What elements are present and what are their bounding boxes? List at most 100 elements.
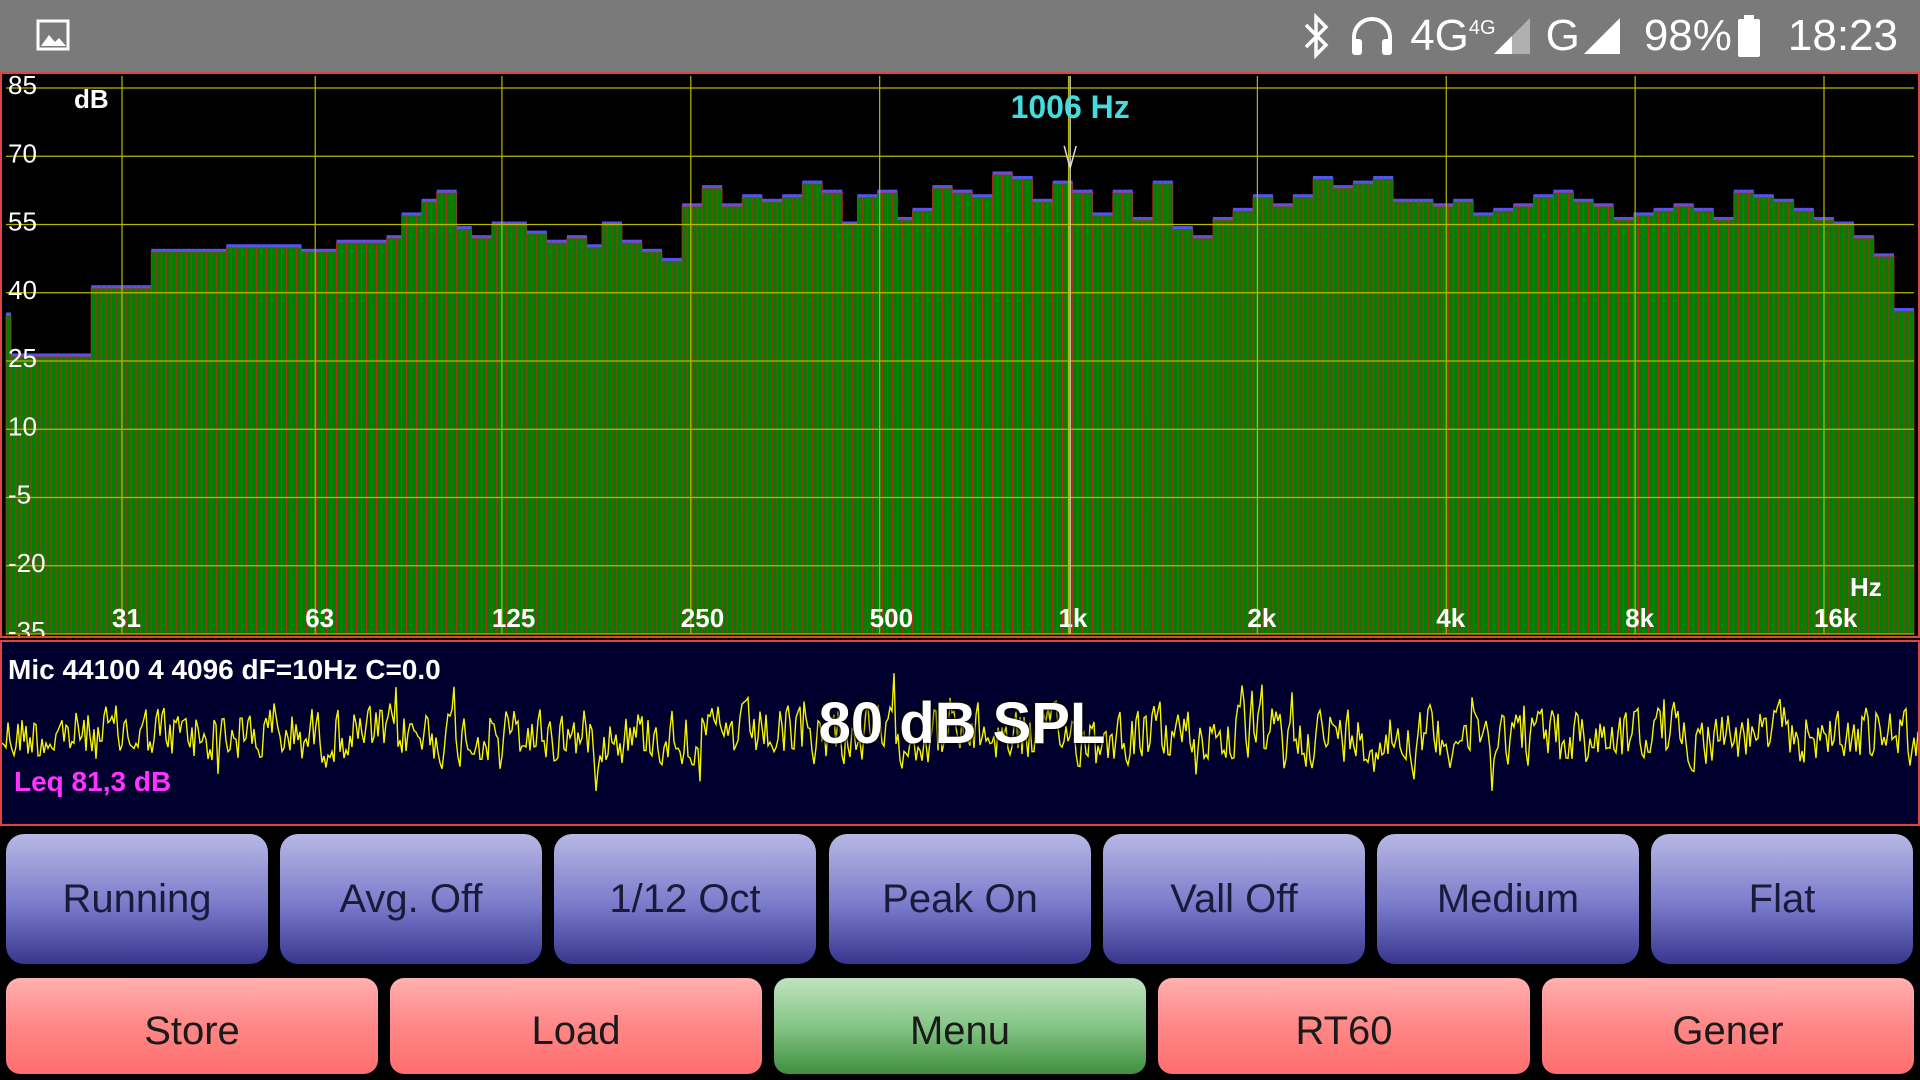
- spl-readout: 80 dB SPL: [818, 691, 1106, 756]
- generator-button[interactable]: Gener: [1542, 978, 1914, 1074]
- y-tick-label: 85: [8, 74, 37, 100]
- spectrum-bar: [1893, 310, 1900, 635]
- peak-hold-mark: [66, 353, 72, 357]
- spectrum-bar: [1082, 192, 1089, 635]
- spectrum-chart[interactable]: 85 70 55 40 25 10 -5 -20 -35 31 63 125 250 500 1k 2k 4k 8…: [0, 72, 1920, 638]
- spectrum-bar: [1663, 210, 1670, 635]
- octave-resolution-button[interactable]: 1/12 Oct: [554, 834, 816, 964]
- rt60-button[interactable]: RT60: [1158, 978, 1530, 1074]
- peak-hold-mark: [1578, 198, 1584, 202]
- spectrum-bar: [1112, 192, 1119, 635]
- store-button[interactable]: Store: [6, 978, 378, 1074]
- weighting-button[interactable]: Flat: [1651, 834, 1913, 964]
- peak-hold-mark: [201, 248, 207, 252]
- peak-hold-mark: [822, 189, 828, 193]
- load-button[interactable]: Load: [390, 978, 762, 1074]
- spectrum-bar: [1548, 196, 1554, 635]
- peak-hold-mark: [742, 194, 748, 198]
- peak-hold-mark: [1303, 194, 1309, 198]
- spectrum-bar: [1668, 210, 1675, 635]
- valley-button[interactable]: Vall Off: [1103, 834, 1365, 964]
- spectrum-bar: [1563, 192, 1569, 635]
- peak-hold-mark: [1818, 216, 1824, 220]
- running-button[interactable]: Running: [6, 834, 268, 964]
- spectrum-bar: [1778, 201, 1785, 635]
- spectrum-bar: [1052, 183, 1059, 635]
- spectrum-bar: [481, 237, 488, 635]
- spectrum-bar: [346, 242, 352, 635]
- marker-frequency-label: 1006 Hz: [1011, 89, 1130, 125]
- peak-hold-mark: [1348, 185, 1354, 189]
- peak-hold-mark: [1272, 203, 1278, 207]
- x-tick-label: 31: [112, 603, 141, 633]
- spectrum-bar: [836, 192, 843, 635]
- spectrum-bar: [1007, 174, 1013, 635]
- peak-hold-mark: [381, 239, 387, 243]
- peak-hold-mark: [546, 239, 552, 243]
- spectrum-bar: [1553, 192, 1559, 635]
- menu-button[interactable]: Menu: [774, 978, 1146, 1074]
- spectrum-bar: [1167, 183, 1174, 635]
- y-tick-label: 70: [8, 138, 37, 168]
- peak-hold-mark: [1182, 226, 1188, 230]
- peak-hold-mark: [1508, 207, 1514, 211]
- peak-hold-mark: [1122, 189, 1128, 193]
- peak-hold-mark: [351, 239, 357, 243]
- peak-hold-mark: [1893, 307, 1899, 311]
- spectrum-bar: [411, 214, 418, 635]
- peak-hold-mark: [772, 198, 778, 202]
- spectrum-bar: [406, 214, 413, 635]
- spectrum-bar: [776, 201, 783, 635]
- spectrum-bar: [1768, 196, 1775, 635]
- spectrum-bar: [245, 246, 252, 635]
- spectrum-bar: [1182, 228, 1189, 635]
- spectrum-bar: [927, 210, 933, 635]
- peak-hold-mark: [1002, 171, 1008, 175]
- peak-hold-mark: [586, 244, 592, 248]
- battery-percent: 98%: [1643, 11, 1732, 60]
- peak-button[interactable]: Peak On: [829, 834, 1091, 964]
- peak-hold-mark: [1453, 198, 1459, 202]
- spectrum-bar: [125, 287, 132, 635]
- peak-hold-mark: [1413, 198, 1419, 202]
- peak-hold-mark: [1593, 203, 1599, 207]
- spectrum-bar: [1517, 205, 1524, 635]
- spectrum-bar: [40, 356, 47, 635]
- spectrum-bar: [1527, 205, 1534, 635]
- spectrum-bar: [391, 237, 398, 635]
- spectrum-bar: [1803, 210, 1810, 635]
- spectrum-bar: [1242, 210, 1249, 635]
- spectrum-bar: [1402, 201, 1409, 635]
- peak-hold-mark: [1217, 216, 1223, 220]
- spectrum-bar: [751, 196, 758, 635]
- peak-hold-mark: [907, 216, 913, 220]
- peak-hold-mark: [1278, 203, 1284, 207]
- spectrum-bar: [1788, 201, 1795, 635]
- peak-hold-mark: [1057, 180, 1063, 184]
- peak-hold-mark: [1162, 180, 1168, 184]
- peak-hold-mark: [56, 353, 62, 357]
- peak-hold-mark: [456, 226, 462, 230]
- peak-hold-mark: [1072, 189, 1078, 193]
- peak-hold-mark: [221, 248, 227, 252]
- averaging-button[interactable]: Avg. Off: [280, 834, 542, 964]
- network-label-g: G: [1545, 11, 1580, 60]
- spectrum-bar: [65, 356, 72, 635]
- spectrum-bar: [1212, 219, 1219, 635]
- response-speed-button[interactable]: Medium: [1377, 834, 1639, 964]
- peak-hold-mark: [1022, 176, 1028, 179]
- peak-hold-mark: [787, 194, 793, 198]
- peak-hold-mark: [461, 226, 467, 230]
- peak-hold-mark: [1017, 176, 1023, 179]
- spectrum-bar: [1487, 214, 1494, 635]
- peak-hold-mark: [1548, 194, 1554, 198]
- peak-hold-mark: [1743, 189, 1749, 193]
- peak-hold-mark: [196, 248, 202, 252]
- peak-hold-mark: [827, 189, 833, 193]
- spectrum-bar: [646, 251, 653, 635]
- spectrum-bar: [361, 242, 367, 635]
- peak-hold-mark: [151, 248, 157, 252]
- peak-hold-mark: [1778, 198, 1784, 202]
- x-tick-label: 1k: [1059, 603, 1088, 633]
- spectrum-bar: [1127, 192, 1134, 635]
